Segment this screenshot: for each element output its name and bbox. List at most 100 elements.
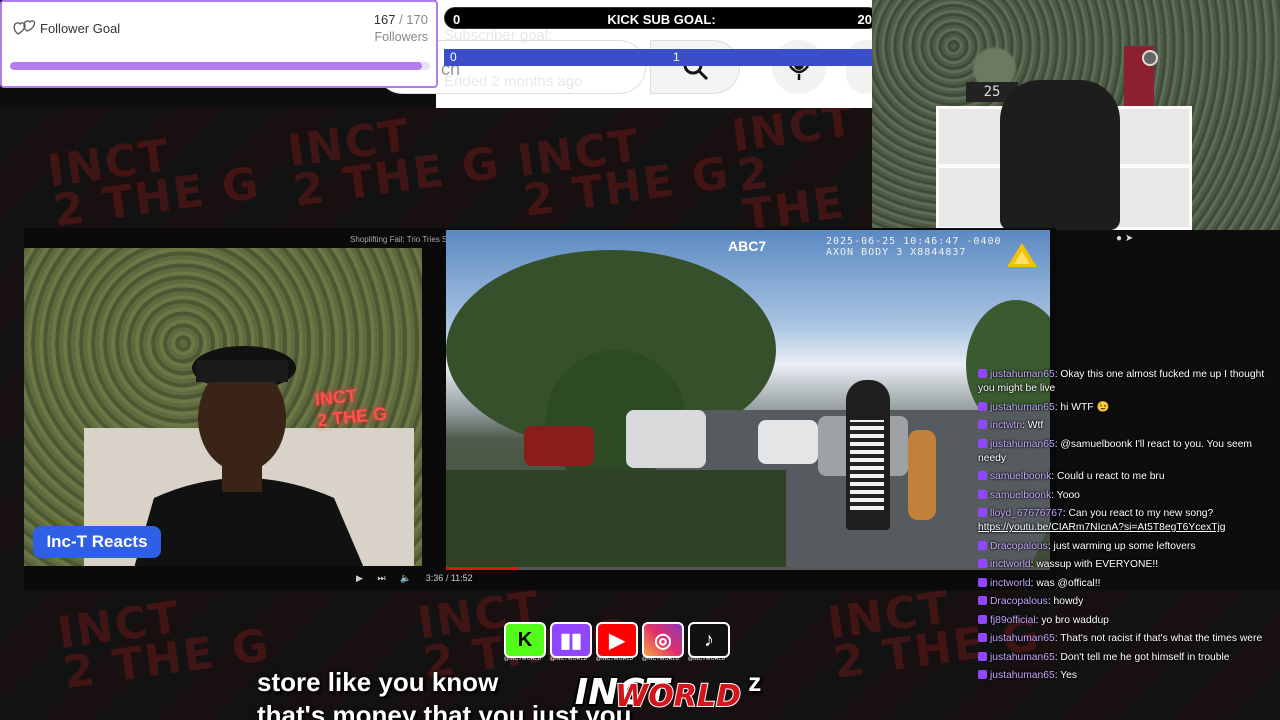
chat-username[interactable]: samuelboonk bbox=[990, 490, 1051, 501]
player-controls: ▶ ⏭ 🔈 3:36 / 11:52 bbox=[356, 573, 485, 584]
subscriber-goal-bar: 0 1 100 bbox=[444, 49, 910, 66]
video-progress-track[interactable] bbox=[446, 567, 1050, 570]
chat-text: Yooo bbox=[1056, 489, 1080, 501]
chat-text: yo bro waddup bbox=[1041, 614, 1109, 626]
chat-text: was @offical!! bbox=[1036, 577, 1101, 589]
bg-tile: INCT2 THE G bbox=[54, 591, 274, 700]
chat-message: justahuman65: Yes bbox=[978, 669, 1274, 683]
chat-text: Can you react to my new song? bbox=[1068, 508, 1214, 519]
chat-message: justahuman65: That's not racist if that'… bbox=[978, 632, 1274, 646]
car bbox=[758, 420, 818, 464]
follower-goal-target: 170 bbox=[406, 12, 428, 27]
room-webcam: 25 bbox=[872, 0, 1280, 230]
chat-message: justahuman65: Okay this one almost fucke… bbox=[978, 369, 1265, 394]
volume-icon[interactable]: 🔈 bbox=[400, 573, 411, 583]
twitch-badge-icon bbox=[978, 596, 987, 605]
follower-goal-separator: / bbox=[395, 12, 407, 27]
share-icon[interactable]: ➤ bbox=[1125, 233, 1133, 244]
bg-tile: INCT2 THE G bbox=[44, 129, 264, 238]
bodycam-timestamp-line2: AXON BODY 3 X8844837 bbox=[826, 247, 967, 258]
chat-username[interactable]: justahuman65 bbox=[990, 369, 1055, 380]
social-handle: @INCTWORLD bbox=[504, 656, 542, 662]
caption-line-1-text: store like you know bbox=[257, 667, 499, 697]
follower-goal-progress-track bbox=[10, 62, 430, 70]
bodycam-logo: ABC7 bbox=[728, 238, 767, 254]
chat-username[interactable]: justahuman65 bbox=[990, 439, 1055, 450]
social-handle: @INCTWORLD bbox=[596, 656, 634, 662]
chat-username[interactable]: inctworld bbox=[990, 578, 1031, 589]
chat-message: justahuman65: @samuelboonk I'll react to… bbox=[978, 438, 1252, 464]
chat-username[interactable]: justahuman65 bbox=[990, 633, 1055, 644]
next-icon[interactable]: ⏭ bbox=[377, 573, 385, 583]
video-progress-fill bbox=[446, 567, 519, 570]
chat-text: Could u react to me bru bbox=[1056, 471, 1165, 482]
stream-overlay: INCT 2 THE G INCT 2 THE G INCT 2 THE G INCT… bbox=[0, 0, 1280, 720]
chat-text: Wtf bbox=[1027, 420, 1044, 431]
chat-text: Yes bbox=[1060, 670, 1078, 681]
youtube-icon[interactable]: ▶ bbox=[596, 622, 638, 658]
twitch-badge-icon bbox=[978, 670, 987, 679]
chat-username[interactable]: inctwtn bbox=[990, 420, 1022, 431]
chat-username[interactable]: justahuman65 bbox=[990, 652, 1055, 663]
chat-message: justahuman65: Don't tell me he got himse… bbox=[978, 651, 1274, 665]
chat-text: hi WTF 😉 bbox=[1060, 401, 1110, 413]
person-orange bbox=[908, 430, 936, 520]
kick-goal-max: 20 bbox=[857, 12, 872, 27]
twitch-badge-icon bbox=[978, 614, 987, 624]
instagram-icon[interactable]: ◎ bbox=[642, 622, 684, 658]
subscriber-goal-status: Ended 2 months ago bbox=[444, 73, 583, 90]
chat-message: fj89official: yo bro waddup bbox=[978, 614, 1274, 628]
twitch-icon[interactable]: ▮▮ bbox=[550, 622, 592, 658]
clock-icon[interactable]: ● bbox=[1116, 233, 1122, 244]
chat-username[interactable]: lloyd_67676767 bbox=[990, 508, 1063, 519]
twitch-badge-icon bbox=[978, 369, 987, 378]
chat-username[interactable]: justahuman65 bbox=[990, 670, 1055, 681]
twitch-badge-icon bbox=[978, 577, 987, 587]
caption-line-1-tail: z bbox=[748, 667, 762, 697]
chat-username[interactable]: justahuman65 bbox=[990, 402, 1055, 413]
follower-goal-count: 167 / 170 bbox=[374, 12, 428, 27]
subscriber-goal-mid: 1 bbox=[673, 50, 680, 64]
inct-world-logo: INCT WORLD bbox=[573, 670, 742, 715]
gaming-chair bbox=[1000, 80, 1120, 230]
axon-logo-icon bbox=[1007, 243, 1037, 267]
chat-username[interactable]: Dracopalous bbox=[990, 596, 1048, 607]
chat-message: samuelboonk: Yooo bbox=[978, 489, 1274, 503]
bg-tile: INCT2 THE G bbox=[284, 109, 504, 218]
chat-username[interactable]: samuelboonk bbox=[990, 471, 1051, 482]
bodycam-footage: ABC7 2025-06-25 10:46:47 -0400 AXON BODY … bbox=[446, 230, 1050, 567]
chat-link[interactable]: https://youtu.be/CIARm7NIcnA?si=At5T8egT… bbox=[978, 522, 1226, 533]
hearts-icon bbox=[13, 20, 36, 35]
bodycam-timestamp: 2025-06-25 10:46:47 -0400 AXON BODY 3 X88… bbox=[826, 236, 1002, 258]
stream-badge: Inc-T Reacts bbox=[33, 526, 161, 558]
follower-goal-current: 167 bbox=[373, 12, 396, 27]
chat-text: just warming up some leftovers bbox=[1053, 540, 1196, 552]
play-icon[interactable]: ▶ bbox=[356, 573, 363, 583]
bodycam-timestamp-line1: 2025-06-25 10:46:47 -0400 bbox=[826, 236, 1002, 247]
car bbox=[524, 426, 594, 466]
chat-username[interactable]: inctworld bbox=[990, 559, 1031, 570]
subscriber-goal-min: 0 bbox=[450, 50, 457, 64]
twitch-badge-icon bbox=[978, 420, 987, 429]
chat-panel: justahuman65: Okay this one almost fucke… bbox=[978, 368, 1274, 688]
twitch-badge-icon bbox=[978, 508, 987, 517]
twitch-badge-icon bbox=[978, 633, 987, 642]
twitch-badge-icon bbox=[978, 651, 987, 661]
chat-message: Dracopalous: just warming up some leftov… bbox=[978, 540, 1274, 554]
social-handle: @INCTWORLD bbox=[642, 656, 680, 662]
kick-icon[interactable]: K bbox=[504, 622, 546, 658]
chat-username[interactable]: fj89official bbox=[990, 615, 1036, 626]
tiktok-icon[interactable]: ♪ bbox=[688, 622, 730, 658]
twitch-badge-icon bbox=[978, 489, 987, 499]
car bbox=[626, 410, 706, 468]
kick-goal-title: KICK SUB GOAL: bbox=[607, 12, 716, 27]
bg-tile: INCT2 THE G bbox=[514, 119, 734, 228]
person-striped-dress bbox=[850, 420, 884, 510]
webcam-light bbox=[1142, 50, 1158, 66]
chat-text: howdy bbox=[1053, 596, 1084, 607]
chat-text: That's not racist if that's what the tim… bbox=[1060, 633, 1263, 644]
chat-message: inctworld: wassup with EVERYONE!! bbox=[978, 558, 1274, 572]
chat-username[interactable]: Dracopalous bbox=[990, 541, 1048, 552]
twitch-badge-icon bbox=[978, 401, 987, 411]
follower-goal-progress-fill bbox=[10, 62, 423, 70]
